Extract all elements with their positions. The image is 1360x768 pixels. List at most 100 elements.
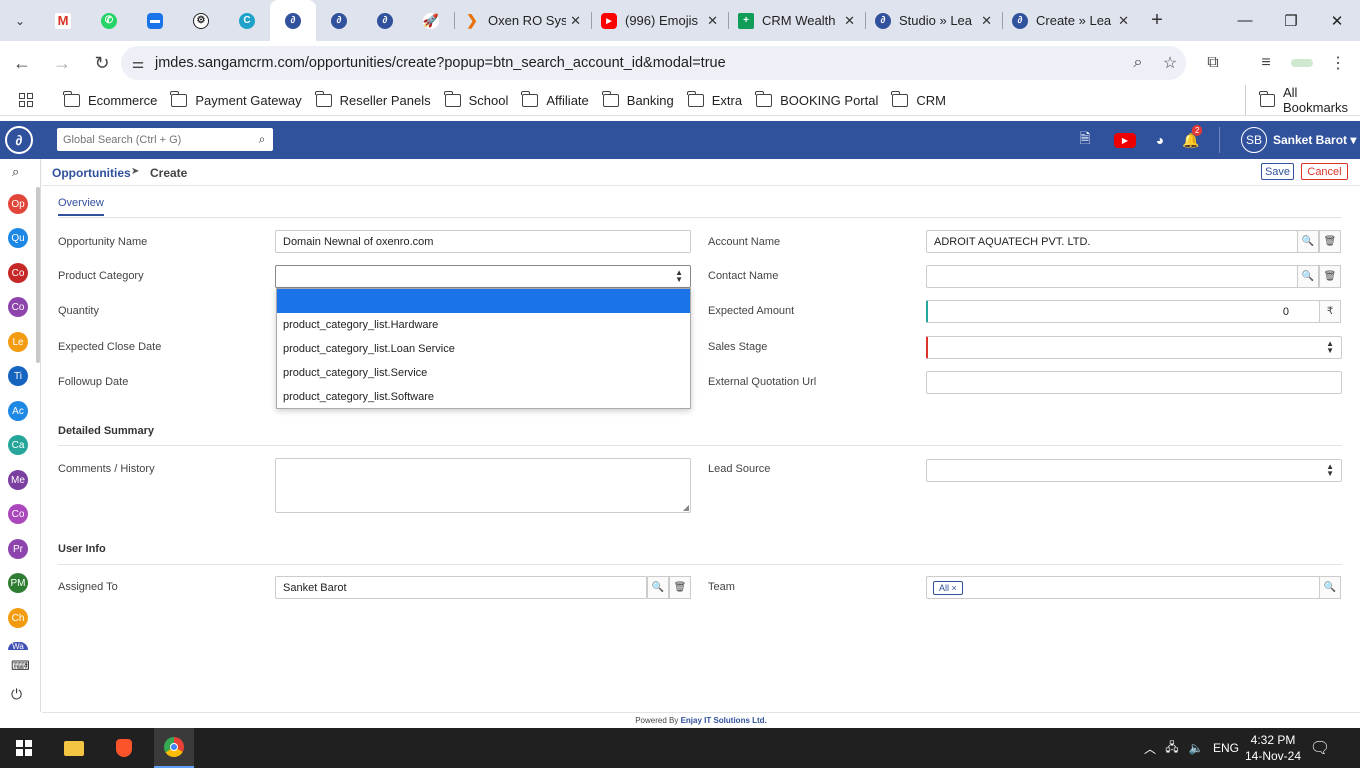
- product-category-select[interactable]: ▲ ▼: [275, 265, 691, 288]
- site-info-icon[interactable]: ⚌: [121, 55, 155, 72]
- chrome-taskbar-icon[interactable]: [154, 728, 194, 768]
- close-window-icon[interactable]: ✕: [1314, 0, 1360, 41]
- address-bar[interactable]: ⚌ jmdes.sangamcrm.com/opportunities/crea…: [121, 46, 1186, 80]
- trash-icon[interactable]: 🗑: [1319, 230, 1341, 253]
- pinned-tab-canva[interactable]: C: [224, 0, 270, 41]
- sidebar-item-calls[interactable]: Ca: [8, 435, 28, 455]
- chevron-up-icon[interactable]: ︿: [1140, 740, 1160, 757]
- bookmark-booking-portal[interactable]: BOOKING Portal: [755, 90, 878, 108]
- bookmark-extra[interactable]: Extra: [686, 90, 742, 108]
- remove-tag-icon[interactable]: ×: [952, 583, 957, 593]
- tab-create-lead[interactable]: ∂ Create » Lea ✕: [1002, 0, 1139, 41]
- pinned-tab-crm-3[interactable]: ∂: [362, 0, 408, 41]
- footer-company-link[interactable]: Enjay IT Solutions Ltd.: [681, 716, 767, 725]
- url-text[interactable]: jmdes.sangamcrm.com/opportunities/create…: [155, 55, 1122, 71]
- sidebar-item-opportunities[interactable]: Op: [8, 194, 28, 214]
- brave-browser-icon[interactable]: [104, 728, 144, 768]
- sidebar-item-co-2[interactable]: Co: [8, 297, 28, 317]
- close-tab-icon[interactable]: ✕: [981, 13, 992, 29]
- search-icon[interactable]: ⌕: [12, 164, 19, 180]
- close-tab-icon[interactable]: ✕: [844, 13, 855, 29]
- sidebar-item-quotes[interactable]: Qu: [8, 228, 28, 248]
- close-tab-icon[interactable]: ✕: [1118, 13, 1129, 29]
- bookmark-ecommerce[interactable]: Ecommerce: [63, 90, 157, 108]
- tab-oxen-ro[interactable]: ❯ Oxen RO Sys ✕: [454, 0, 591, 41]
- tab-studio-lead[interactable]: ∂ Studio » Lea ✕: [865, 0, 1002, 41]
- pinned-tab-crm-active[interactable]: ∂: [270, 0, 316, 41]
- tab-overview[interactable]: Overview: [58, 197, 104, 216]
- search-icon[interactable]: ⌕: [251, 132, 273, 147]
- resize-handle-icon[interactable]: ◢: [683, 503, 689, 512]
- bookmark-payment-gateway[interactable]: Payment Gateway: [170, 90, 302, 108]
- pinned-tab-chat[interactable]: ▬: [132, 0, 178, 41]
- back-arrow-icon[interactable]: ←: [4, 45, 40, 81]
- tab-crm-wealth[interactable]: + CRM Wealth ✕: [728, 0, 865, 41]
- dropdown-option[interactable]: product_category_list.Loan Service: [277, 337, 690, 361]
- pinned-tab-openai[interactable]: ⚙: [178, 0, 224, 41]
- forward-arrow-icon[interactable]: →: [44, 45, 80, 81]
- reports-search-icon[interactable]: 🗎: [1070, 121, 1100, 159]
- bookmark-affiliate[interactable]: Affiliate: [521, 90, 589, 108]
- bookmark-banking[interactable]: Banking: [601, 90, 674, 108]
- media-control-icon[interactable]: ≡: [1248, 41, 1284, 85]
- team-input[interactable]: All ×: [926, 576, 1320, 599]
- close-tab-icon[interactable]: ✕: [707, 13, 718, 29]
- pinned-tab-crm-2[interactable]: ∂: [316, 0, 362, 41]
- tab-youtube[interactable]: ▶ (996) Emojis ✕: [591, 0, 728, 41]
- bookmark-reseller-panels[interactable]: Reseller Panels: [314, 90, 431, 108]
- dropdown-option[interactable]: product_category_list.Software: [277, 385, 690, 409]
- sidebar-item-pm[interactable]: PM: [8, 573, 28, 593]
- bookmark-crm[interactable]: CRM: [891, 90, 946, 108]
- windows-start-icon[interactable]: [4, 728, 44, 768]
- lead-source-select[interactable]: ▲ ▼: [926, 459, 1342, 482]
- search-icon[interactable]: 🔍: [1319, 576, 1341, 599]
- dropdown-option[interactable]: product_category_list.Hardware: [277, 313, 690, 337]
- tab-search-chevron-icon[interactable]: ⌄: [0, 0, 40, 41]
- keyboard-icon[interactable]: ⌨: [11, 658, 30, 674]
- profile-icon[interactable]: [1284, 41, 1320, 85]
- close-tab-icon[interactable]: ✕: [570, 13, 581, 29]
- pinned-tab-whatsapp[interactable]: ✆: [86, 0, 132, 41]
- zoom-icon[interactable]: ⌕: [1122, 54, 1154, 72]
- global-search-input[interactable]: [57, 129, 251, 150]
- assigned-to-input[interactable]: Sanket Barot: [275, 576, 647, 599]
- external-quotation-input[interactable]: [926, 371, 1342, 394]
- language-indicator[interactable]: ENG: [1208, 741, 1244, 755]
- sidebar-item-co-1[interactable]: Co: [8, 263, 28, 283]
- sidebar-item-co-3[interactable]: Co: [8, 504, 28, 524]
- pinned-tab-rocket[interactable]: 🚀: [408, 0, 454, 41]
- browser-menu-icon[interactable]: ⋮: [1320, 41, 1356, 85]
- save-button[interactable]: Save: [1261, 163, 1294, 180]
- sidebar-item-meetings[interactable]: Me: [8, 470, 28, 490]
- file-explorer-icon[interactable]: [54, 728, 94, 768]
- team-tag[interactable]: All ×: [933, 581, 963, 595]
- account-name-input[interactable]: ADROIT AQUATECH PVT. LTD.: [926, 230, 1298, 253]
- search-icon[interactable]: 🔍: [1297, 230, 1319, 253]
- bookmark-school[interactable]: School: [443, 90, 508, 108]
- sidebar-item-accounts[interactable]: Ac: [8, 401, 28, 421]
- reload-icon[interactable]: ↻: [84, 45, 120, 81]
- bell-icon[interactable]: 🔔 2: [1176, 121, 1206, 159]
- power-icon[interactable]: ⏻: [11, 686, 22, 703]
- trash-icon[interactable]: 🗑: [1319, 265, 1341, 288]
- clock[interactable]: 4:32 PM 14-Nov-24: [1244, 732, 1302, 764]
- dropdown-option-empty-selected[interactable]: [277, 289, 690, 313]
- opportunity-name-input[interactable]: Domain Newnal of oxenro.com: [275, 230, 691, 253]
- search-icon[interactable]: 🔍: [1297, 265, 1319, 288]
- app-logo-icon[interactable]: ∂: [0, 121, 38, 159]
- sidebar-item-leads[interactable]: Le: [8, 332, 28, 352]
- expected-amount-input[interactable]: 0: [926, 300, 1320, 323]
- restore-icon[interactable]: ❐: [1268, 0, 1314, 41]
- search-icon[interactable]: 🔍: [647, 576, 669, 599]
- sidebar-scrollbar[interactable]: [36, 187, 40, 363]
- network-icon[interactable]: 🖧: [1160, 738, 1184, 759]
- all-bookmarks[interactable]: All Bookmarks: [1245, 85, 1360, 115]
- user-menu[interactable]: Sanket Barot ▾: [1273, 133, 1356, 147]
- pinned-tab-gmail[interactable]: M: [40, 0, 86, 41]
- cancel-button[interactable]: Cancel: [1301, 163, 1348, 180]
- extensions-icon[interactable]: ⧉: [1195, 41, 1231, 85]
- notification-center-icon[interactable]: 🗨: [1302, 738, 1338, 758]
- new-tab-button[interactable]: +: [1139, 9, 1175, 32]
- bookmark-star-icon[interactable]: ☆: [1154, 53, 1186, 73]
- sidebar-item-tickets[interactable]: Ti: [8, 366, 28, 386]
